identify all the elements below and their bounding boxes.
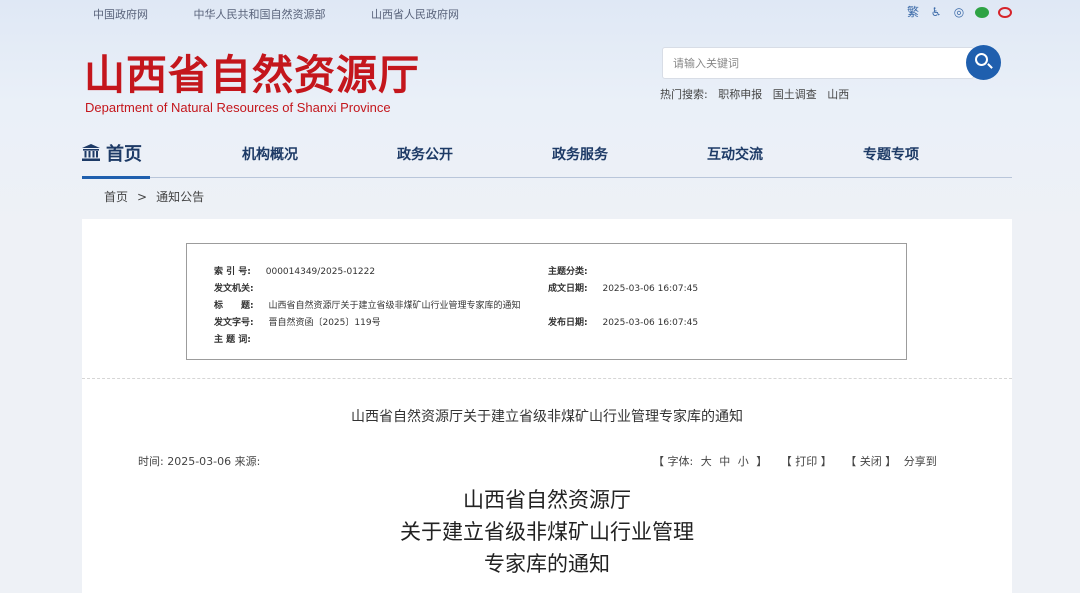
document-info: 时间: 2025-03-06 来源: [138,453,260,469]
meta-index: 索 引 号: 000014349/2025-01222 [214,264,375,277]
breadcrumb: 首页 > 通知公告 [104,188,204,205]
elder-mode-icon[interactable]: ◎ [952,5,966,19]
meta-value: 000014349/2025-01222 [265,267,376,277]
nav-gov-services[interactable]: 政务服务 [552,144,608,164]
weibo-icon[interactable] [998,6,1012,18]
share-button[interactable]: 分享到 [904,455,937,468]
main-nav: 首页 机构概况 政务公开 政务服务 互动交流 专题专项 [82,137,1012,177]
meta-value: 2025-03-06 16:07:45 [602,318,699,328]
font-large-button[interactable]: 大 [701,455,712,468]
meta-label: 标 题: [214,301,254,311]
top-links: 中国政府网 中华人民共和国自然资源部 山西省人民政府网 [93,6,501,22]
meta-title: 标 题: 山西省自然资源厅关于建立省级非煤矿山行业管理专家库的通知 [214,298,521,311]
section-divider [82,378,1012,379]
meta-value: 山西省自然资源厅关于建立省级非煤矿山行业管理专家库的通知 [268,301,521,311]
link-gov-cn[interactable]: 中国政府网 [93,8,148,21]
breadcrumb-home[interactable]: 首页 [104,190,128,204]
hot-search-label: 热门搜索: [660,88,708,101]
breadcrumb-separator: > [137,190,148,204]
meta-value: 2025-03-06 16:07:45 [602,284,699,294]
link-shanxi-gov[interactable]: 山西省人民政府网 [371,8,459,21]
site-logo-cn[interactable]: 山西省自然资源厅 [84,41,420,101]
document-tools: 【 字体: 大 中 小 】 【 打印 】 【 关闭 】 分享到 [653,453,941,469]
font-small-button[interactable]: 小 [738,455,749,468]
meta-issuer: 发文机关: [214,281,254,294]
search-box [662,47,974,79]
breadcrumb-current[interactable]: 通知公告 [156,190,204,204]
traditional-chinese-icon[interactable]: 繁 [906,5,920,19]
nav-gov-affairs-open[interactable]: 政务公开 [397,144,453,164]
meta-label: 成文日期: [548,284,588,294]
meta-published-date: 发布日期: 2025-03-06 16:07:45 [548,315,698,328]
nav-interaction[interactable]: 互动交流 [707,144,763,164]
top-icons: 繁 ♿ ◎ [906,5,1012,19]
nav-home-label: 首页 [106,144,142,165]
font-medium-button[interactable]: 中 [719,455,730,468]
meta-label: 发文字号: [214,318,254,328]
meta-label: 主 题 词: [214,335,251,345]
wechat-icon[interactable] [975,7,989,18]
meta-label: 发布日期: [548,318,588,328]
time-label: 时间: [138,455,164,468]
nav-home[interactable]: 首页 [82,140,142,166]
hot-term[interactable]: 山西 [827,88,849,101]
meta-value: 晋自然资函〔2025〕119号 [268,318,381,328]
meta-subject: 主题分类: [548,264,588,277]
body-title-line: 关于建立省级非煤矿山行业管理 [400,520,694,544]
accessibility-icon[interactable]: ♿ [929,5,943,19]
hot-search: 热门搜索: 职称申报 国土调查 山西 [660,86,856,102]
nav-active-indicator [82,176,150,179]
search-button[interactable] [966,45,1001,80]
nav-special-topics[interactable]: 专题专项 [863,144,919,164]
source-label: 来源: [234,455,261,468]
font-size-close: 】 [756,455,768,468]
font-size-open: 【 字体: [653,455,694,468]
nav-divider [82,177,1012,178]
body-title-line: 专家库的通知 [484,552,610,576]
link-mnr[interactable]: 中华人民共和国自然资源部 [194,8,326,21]
meta-label: 索 引 号: [214,267,251,277]
body-title-line: 山西省自然资源厅 [463,488,631,512]
meta-keywords: 主 题 词: [214,332,251,345]
hot-term[interactable]: 国土调查 [773,88,817,101]
nav-org-overview[interactable]: 机构概况 [242,144,298,164]
document-title: 山西省自然资源厅关于建立省级非煤矿山行业管理专家库的通知 [351,409,743,425]
site-logo-en: Department of Natural Resources of Shanx… [85,100,391,115]
search-input[interactable] [663,48,973,78]
print-button[interactable]: 【 打印 】 [781,455,832,468]
meta-label: 主题分类: [548,267,588,277]
meta-label: 发文机关: [214,284,254,294]
meta-doc-number: 发文字号: 晋自然资函〔2025〕119号 [214,315,381,328]
time-value: 2025-03-06 [167,455,232,468]
close-button[interactable]: 【 关闭 】 [845,455,896,468]
document-meta-table: 索 引 号: 000014349/2025-01222 主题分类: 发文机关: … [186,243,907,360]
meta-written-date: 成文日期: 2025-03-06 16:07:45 [548,281,698,294]
hot-term[interactable]: 职称申报 [718,88,762,101]
government-building-icon [82,144,100,161]
